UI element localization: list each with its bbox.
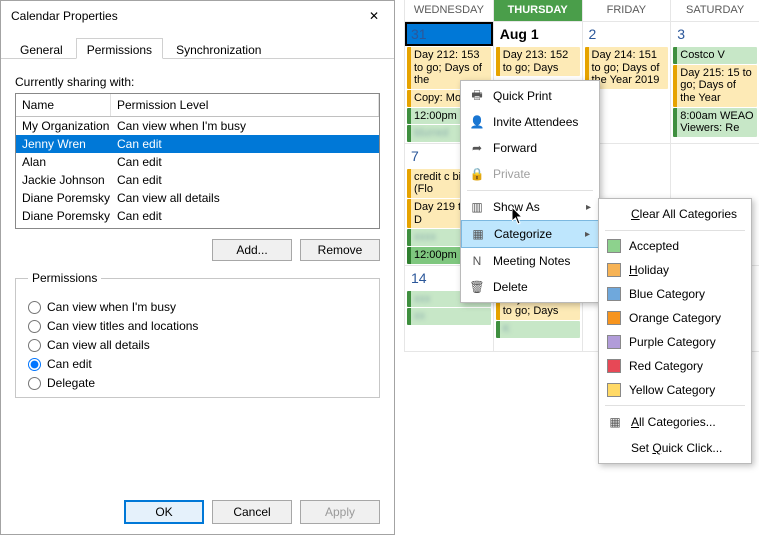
calendar-event[interactable]: xx [407, 308, 491, 325]
menu-item[interactable]: 🗑Delete [461, 274, 599, 300]
lock-icon: 🔒 [469, 166, 485, 182]
menu-item[interactable]: Accepted [599, 234, 751, 258]
category-swatch [607, 263, 621, 277]
day-header: WEDNESDAY [404, 0, 493, 22]
perm-option[interactable]: Can view all details [28, 338, 367, 352]
sharing-row[interactable]: AlanCan edit [16, 153, 379, 171]
remove-button[interactable]: Remove [300, 239, 380, 261]
sharing-grid[interactable]: Name Permission Level My OrganizationCan… [15, 93, 380, 229]
ok-button[interactable]: OK [124, 500, 204, 524]
menu-item[interactable]: Set Quick Click... [599, 435, 751, 461]
calendar-event[interactable]: Day 213: 152 to go; Days [496, 47, 580, 76]
menu-item[interactable]: Orange Category [599, 306, 751, 330]
day-cell[interactable]: 3Costco VDay 215: 15 to go; Days of the … [670, 22, 759, 143]
category-swatch [607, 311, 621, 325]
person-icon: 👤 [469, 114, 485, 130]
add-button[interactable]: Add... [212, 239, 292, 261]
cat-icon: ▦ [607, 414, 623, 430]
permissions-legend: Permissions [28, 271, 101, 285]
menu-item[interactable]: Purple Category [599, 330, 751, 354]
menu-item[interactable]: ➦Forward [461, 135, 599, 161]
sharing-row[interactable]: My OrganizationCan view when I'm busy [16, 117, 379, 135]
calendar-event[interactable]: Day 215: 15 to go; Days of the Year [673, 65, 757, 107]
sharing-row[interactable]: Jackie JohnsonCan edit [16, 171, 379, 189]
category-swatch [607, 239, 621, 253]
category-swatch [607, 287, 621, 301]
close-icon[interactable]: ✕ [354, 1, 394, 31]
tab-permissions[interactable]: Permissions [76, 38, 163, 59]
menu-item[interactable]: NMeeting Notes [461, 248, 599, 274]
col-name[interactable]: Name [16, 94, 111, 116]
tab-strip: General Permissions Synchronization [1, 31, 394, 59]
menu-item[interactable]: ▥Show As [461, 194, 599, 220]
sharing-row[interactable]: Diane PoremskyCan edit [16, 207, 379, 225]
sharing-row[interactable]: Diane PoremskyCan view all details [16, 189, 379, 207]
day-header: FRIDAY [582, 0, 671, 22]
col-permission[interactable]: Permission Level [111, 94, 379, 116]
menu-item[interactable]: ▦All Categories... [599, 409, 751, 435]
day-header: SATURDAY [670, 0, 759, 22]
menu-item[interactable]: Yellow Category [599, 378, 751, 402]
category-swatch [607, 383, 621, 397]
perm-option[interactable]: Can edit [28, 357, 367, 371]
tab-synchronization[interactable]: Synchronization [165, 38, 272, 59]
category-swatch [607, 335, 621, 349]
perm-option[interactable]: Can view when I'm busy [28, 300, 367, 314]
busy-icon: ▥ [469, 199, 485, 215]
printer-icon: 🖶 [469, 88, 485, 104]
menu-item[interactable]: Red Category [599, 354, 751, 378]
permissions-fieldset: Permissions Can view when I'm busy Can vi… [15, 271, 380, 398]
day-header: THURSDAY [493, 0, 582, 22]
sharing-row[interactable]: Jenny WrenCan edit [16, 135, 379, 153]
menu-item: 🔒Private [461, 161, 599, 187]
dialog-title: Calendar Properties [11, 9, 118, 23]
calendar-event[interactable]: Costco V [673, 47, 757, 64]
calendar-properties-dialog: Calendar Properties ✕ General Permission… [0, 0, 395, 535]
menu-item[interactable]: Holiday [599, 258, 751, 282]
category-swatch [607, 359, 621, 373]
calendar-event[interactable]: K [496, 321, 580, 338]
sharing-label: Currently sharing with: [15, 75, 380, 89]
perm-option[interactable]: Can view titles and locations [28, 319, 367, 333]
menu-item[interactable]: ▦Categorize [461, 220, 599, 248]
calendar-event[interactable]: 8:00am WEAO Viewers: Re [673, 108, 757, 137]
cancel-button[interactable]: Cancel [212, 500, 292, 524]
note-icon: N [469, 253, 485, 269]
titlebar: Calendar Properties ✕ [1, 1, 394, 31]
apply-button[interactable]: Apply [300, 500, 380, 524]
menu-item[interactable]: Clear All Categories [599, 201, 751, 227]
perm-option[interactable]: Delegate [28, 376, 367, 390]
context-menu: 🖶Quick Print👤Invite Attendees➦Forward🔒Pr… [460, 80, 600, 303]
categorize-submenu: Clear All Categories AcceptedHolidayBlue … [598, 198, 752, 464]
menu-item[interactable]: 🖶Quick Print [461, 83, 599, 109]
tab-general[interactable]: General [9, 38, 74, 59]
cat-icon: ▦ [470, 226, 486, 242]
fwd-icon: ➦ [469, 140, 485, 156]
trash-icon: 🗑 [469, 279, 485, 295]
menu-item[interactable]: Blue Category [599, 282, 751, 306]
menu-item[interactable]: 👤Invite Attendees [461, 109, 599, 135]
